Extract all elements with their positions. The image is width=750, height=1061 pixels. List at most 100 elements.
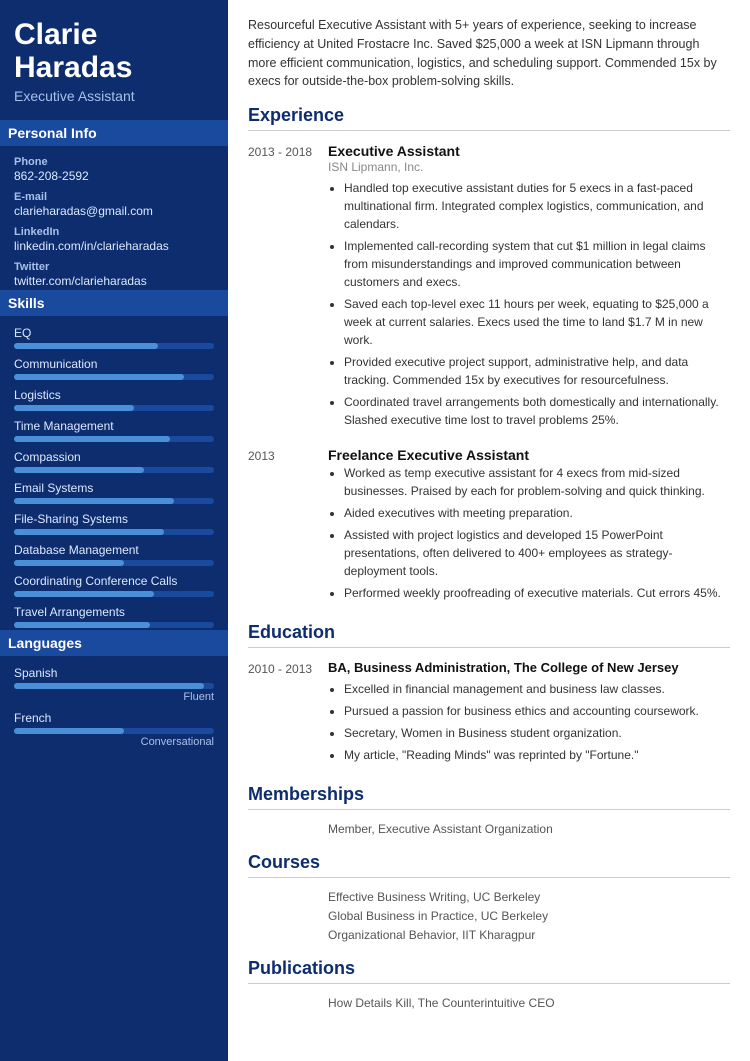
skill-name: File-Sharing Systems — [14, 512, 214, 526]
languages-list: Spanish Fluent French Conversational — [14, 666, 214, 748]
skill-bar-fill — [14, 467, 144, 473]
publications-section: Publications How Details Kill, The Count… — [248, 958, 730, 1010]
skill-name: EQ — [14, 326, 214, 340]
skills-heading: Skills — [0, 290, 228, 316]
skill-item: Database Management — [14, 543, 214, 566]
education-section: Education 2010 - 2013BA, Business Admini… — [248, 622, 730, 768]
course-item: Organizational Behavior, IIT Kharagpur — [248, 928, 730, 942]
skill-name: Email Systems — [14, 481, 214, 495]
personal-info-heading: Personal Info — [0, 120, 228, 146]
language-item: French Conversational — [14, 711, 214, 748]
skill-name: Compassion — [14, 450, 214, 464]
twitter-label: Twitter — [14, 261, 214, 273]
skill-bar-background — [14, 405, 214, 411]
linkedin-label: LinkedIn — [14, 226, 214, 238]
skill-bar-fill — [14, 405, 134, 411]
experience-section: Experience 2013 - 2018Executive Assistan… — [248, 105, 730, 606]
publication-item: How Details Kill, The Counterintuitive C… — [248, 996, 730, 1010]
exp-bullet: Handled top executive assistant duties f… — [344, 179, 730, 233]
language-name: Spanish — [14, 666, 214, 680]
skill-name: Time Management — [14, 419, 214, 433]
exp-bullet: Saved each top-level exec 11 hours per w… — [344, 295, 730, 349]
skill-name: Travel Arrangements — [14, 605, 214, 619]
language-item: Spanish Fluent — [14, 666, 214, 703]
edu-bullets: Excelled in financial management and bus… — [328, 680, 730, 764]
main-content: Resourceful Executive Assistant with 5+ … — [228, 0, 750, 1061]
skill-bar-fill — [14, 374, 184, 380]
experience-item: 2013Freelance Executive AssistantWorked … — [248, 447, 730, 606]
skill-bar-fill — [14, 436, 170, 442]
skill-bar-background — [14, 498, 214, 504]
skill-bar-fill — [14, 622, 150, 628]
exp-content: Freelance Executive AssistantWorked as t… — [328, 447, 730, 606]
skill-name: Coordinating Conference Calls — [14, 574, 214, 588]
exp-bullet: Worked as temp executive assistant for 4… — [344, 464, 730, 500]
exp-job-title: Executive Assistant — [328, 143, 730, 159]
skill-item: Logistics — [14, 388, 214, 411]
exp-date: 2013 - 2018 — [248, 143, 328, 433]
exp-bullet: Coordinated travel arrangements both dom… — [344, 393, 730, 429]
membership-item: Member, Executive Assistant Organization — [248, 822, 730, 836]
courses-list: Effective Business Writing, UC BerkeleyG… — [248, 890, 730, 942]
education-list: 2010 - 2013BA, Business Administration, … — [248, 660, 730, 768]
course-item: Effective Business Writing, UC Berkeley — [248, 890, 730, 904]
exp-company: ISN Lipmann, Inc. — [328, 160, 730, 174]
skill-bar-fill — [14, 591, 154, 597]
language-name: French — [14, 711, 214, 725]
exp-bullet: Assisted with project logistics and deve… — [344, 526, 730, 580]
skill-bar-background — [14, 560, 214, 566]
skill-bar-background — [14, 622, 214, 628]
exp-bullet: Provided executive project support, admi… — [344, 353, 730, 389]
publications-list: How Details Kill, The Counterintuitive C… — [248, 996, 730, 1010]
email-value: clarieharadas@gmail.com — [14, 204, 214, 218]
courses-section: Courses Effective Business Writing, UC B… — [248, 852, 730, 942]
skill-bar-fill — [14, 529, 164, 535]
candidate-name: Clarie Haradas — [14, 18, 214, 84]
skill-item: File-Sharing Systems — [14, 512, 214, 535]
memberships-heading: Memberships — [248, 784, 730, 810]
language-bar-background — [14, 728, 214, 734]
languages-heading: Languages — [0, 630, 228, 656]
edu-bullet: Pursued a passion for business ethics an… — [344, 702, 730, 720]
courses-heading: Courses — [248, 852, 730, 878]
exp-job-title: Freelance Executive Assistant — [328, 447, 730, 463]
exp-bullet: Performed weekly proofreading of executi… — [344, 584, 730, 602]
skill-name: Logistics — [14, 388, 214, 402]
skill-bar-background — [14, 436, 214, 442]
skill-bar-background — [14, 374, 214, 380]
skill-item: Communication — [14, 357, 214, 380]
edu-bullet: My article, "Reading Minds" was reprinte… — [344, 746, 730, 764]
exp-bullets: Handled top executive assistant duties f… — [328, 179, 730, 429]
memberships-list: Member, Executive Assistant Organization — [248, 822, 730, 836]
skill-bar-background — [14, 529, 214, 535]
skills-list: EQ Communication Logistics Time Management C… — [14, 326, 214, 628]
language-bar-background — [14, 683, 214, 689]
language-bar-fill — [14, 683, 204, 689]
publications-heading: Publications — [248, 958, 730, 984]
email-label: E-mail — [14, 191, 214, 203]
candidate-title: Executive Assistant — [14, 88, 214, 104]
skill-bar-background — [14, 591, 214, 597]
skill-item: Coordinating Conference Calls — [14, 574, 214, 597]
language-level: Conversational — [14, 736, 214, 748]
education-item: 2010 - 2013BA, Business Administration, … — [248, 660, 730, 768]
language-level: Fluent — [14, 691, 214, 703]
language-bar-fill — [14, 728, 124, 734]
skill-bar-background — [14, 343, 214, 349]
skill-item: EQ — [14, 326, 214, 349]
skill-name: Database Management — [14, 543, 214, 557]
skill-item: Compassion — [14, 450, 214, 473]
skill-bar-fill — [14, 560, 124, 566]
experience-item: 2013 - 2018Executive AssistantISN Lipman… — [248, 143, 730, 433]
edu-date: 2010 - 2013 — [248, 660, 328, 768]
exp-bullet: Aided executives with meeting preparatio… — [344, 504, 730, 522]
skill-item: Email Systems — [14, 481, 214, 504]
memberships-section: Memberships Member, Executive Assistant … — [248, 784, 730, 836]
twitter-value: twitter.com/clarieharadas — [14, 274, 214, 288]
education-heading: Education — [248, 622, 730, 648]
exp-bullet: Implemented call-recording system that c… — [344, 237, 730, 291]
skill-bar-fill — [14, 498, 174, 504]
edu-bullet: Excelled in financial management and bus… — [344, 680, 730, 698]
experience-list: 2013 - 2018Executive AssistantISN Lipman… — [248, 143, 730, 606]
summary-text: Resourceful Executive Assistant with 5+ … — [248, 16, 730, 91]
